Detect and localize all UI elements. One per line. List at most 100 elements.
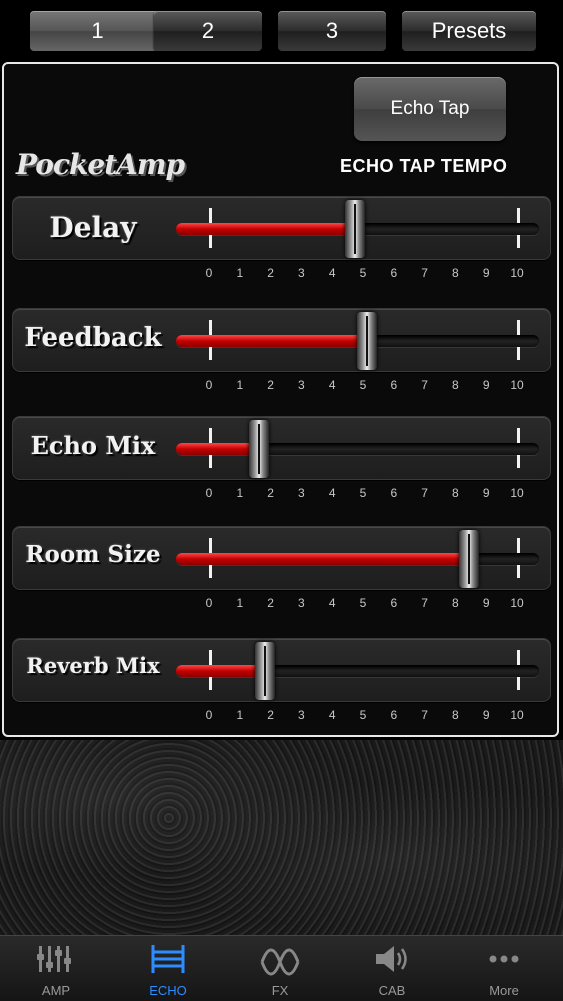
slider-fill: [176, 443, 260, 455]
scale-tick-label: 2: [267, 708, 274, 722]
scale-tick-label: 1: [236, 266, 244, 280]
preset-slot-2-button[interactable]: 2: [154, 11, 262, 51]
slider-row: Room Size: [12, 526, 551, 590]
tab-amp[interactable]: AMP: [0, 936, 112, 1001]
scale-tick-label: 5: [359, 596, 367, 610]
tab-more[interactable]: More: [448, 936, 560, 1001]
slider-label: Echo Mix: [30, 431, 156, 460]
slider-scale: 0 1 2 3 4 5 6 7 8 9 10: [0, 266, 563, 282]
more-dots-icon: [489, 955, 519, 963]
scale-tick-label: 2: [267, 266, 274, 280]
scale-tick-label: 5: [359, 486, 367, 500]
scale-tick-label: 1: [236, 596, 244, 610]
scale-tick-label: 2: [267, 486, 274, 500]
scale-tick-label: 8: [452, 266, 459, 280]
scale-tick-label: 4: [328, 486, 336, 500]
scale-tick-label: 2: [267, 596, 274, 610]
slider-fill: [176, 665, 266, 677]
scale-tick-label: 4: [328, 596, 336, 610]
slider-scale: 0 1 2 3 4 5 6 7 8 9 10: [0, 708, 563, 724]
slider-label: Room Size: [25, 541, 161, 568]
leather-background: [0, 740, 563, 935]
slider-thumb[interactable]: [357, 312, 378, 370]
tab-echo[interactable]: ECHO: [112, 936, 224, 1001]
slider-row: Delay: [12, 196, 551, 260]
scale-tick-label: 9: [482, 486, 490, 500]
slider-scale: 0 1 2 3 4 5 6 7 8 9 10: [0, 596, 563, 612]
scale-tick-label: 9: [482, 378, 490, 392]
scale-tick-label: 5: [359, 378, 367, 392]
scale-tick-label: 10: [510, 596, 524, 610]
scale-tick-label: 2: [267, 378, 274, 392]
presets-button[interactable]: Presets: [402, 11, 536, 51]
tab-more-label: More: [489, 983, 519, 998]
scale-tick-label: 6: [390, 378, 398, 392]
slider-fill: [176, 553, 469, 565]
scale-tick-label: 3: [298, 708, 305, 722]
slider-thumb[interactable]: [255, 642, 276, 700]
scale-tick-label: 7: [421, 486, 428, 500]
slider-scale: 0 1 2 3 4 5 6 7 8 9 10: [0, 378, 563, 394]
scale-tick-label: 8: [452, 486, 459, 500]
scale-tick-label: 8: [452, 708, 459, 722]
scale-tick-label: 4: [328, 378, 336, 392]
slider-label: Feedback: [24, 323, 162, 353]
tab-fx[interactable]: FX: [224, 936, 336, 1001]
echo-tap-button[interactable]: Echo Tap: [354, 77, 506, 141]
slider-fill: [176, 335, 368, 347]
scale-tick-label: 1: [236, 378, 244, 392]
scale-tick-label: 7: [421, 708, 428, 722]
slider-row: Feedback: [12, 308, 551, 372]
scale-tick-label: 4: [328, 708, 336, 722]
slider-thumb[interactable]: [344, 200, 365, 258]
tab-cab[interactable]: CAB: [336, 936, 448, 1001]
scale-tick-label: 10: [510, 708, 524, 722]
bottom-tab-bar: AMP ECHO FX CAB More: [0, 935, 563, 1001]
scale-tick-label: 7: [421, 596, 428, 610]
speaker-icon: [376, 946, 407, 972]
preset-slot-1-button[interactable]: 1: [30, 11, 165, 51]
tab-echo-label: ECHO: [149, 983, 187, 998]
scale-tick-label: 1: [236, 708, 244, 722]
top-button-bar: 1 2 3 Presets: [0, 0, 563, 60]
scale-tick-label: 3: [298, 266, 305, 280]
tab-fx-label: FX: [271, 983, 289, 998]
pocketamp-logo: PocketAmp: [16, 148, 185, 181]
slider-thumb[interactable]: [458, 530, 479, 588]
fx-wave-icon: [260, 948, 300, 976]
scale-tick-label: 7: [421, 378, 428, 392]
scale-tick-label: 7: [421, 266, 428, 280]
scale-tick-label: 3: [298, 596, 305, 610]
slider-scale: 0 1 2 3 4 5 6 7 8 9 10: [0, 486, 563, 502]
slider-label: Delay: [49, 211, 137, 244]
slider-track[interactable]: [176, 443, 539, 455]
slider-track[interactable]: [176, 665, 539, 677]
scale-tick-label: 1: [236, 486, 244, 500]
amp-mixer-icon: [37, 946, 71, 972]
scale-tick-label: 0: [205, 708, 213, 722]
scale-tick-label: 6: [390, 266, 398, 280]
slider-label: Reverb Mix: [26, 653, 160, 678]
scale-tick-label: 0: [205, 596, 213, 610]
scale-tick-label: 3: [298, 378, 305, 392]
scale-tick-label: 9: [482, 596, 490, 610]
scale-tick-label: 9: [482, 266, 490, 280]
scale-tick-label: 0: [205, 378, 213, 392]
scale-tick-label: 10: [510, 378, 524, 392]
scale-tick-label: 0: [205, 266, 213, 280]
scale-tick-label: 8: [452, 596, 459, 610]
scale-tick-label: 10: [510, 266, 524, 280]
scale-tick-label: 4: [328, 266, 336, 280]
echo-icon: [151, 945, 185, 973]
slider-fill: [176, 223, 355, 235]
slider-thumb[interactable]: [249, 420, 270, 478]
tab-amp-label: AMP: [41, 983, 71, 998]
scale-tick-label: 5: [359, 708, 367, 722]
preset-slot-3-button[interactable]: 3: [278, 11, 386, 51]
scale-tick-label: 10: [510, 486, 524, 500]
slider-track[interactable]: [176, 553, 539, 565]
scale-tick-label: 8: [452, 378, 459, 392]
scale-tick-label: 6: [390, 708, 398, 722]
scale-tick-label: 9: [482, 708, 490, 722]
scale-tick-label: 3: [298, 486, 305, 500]
